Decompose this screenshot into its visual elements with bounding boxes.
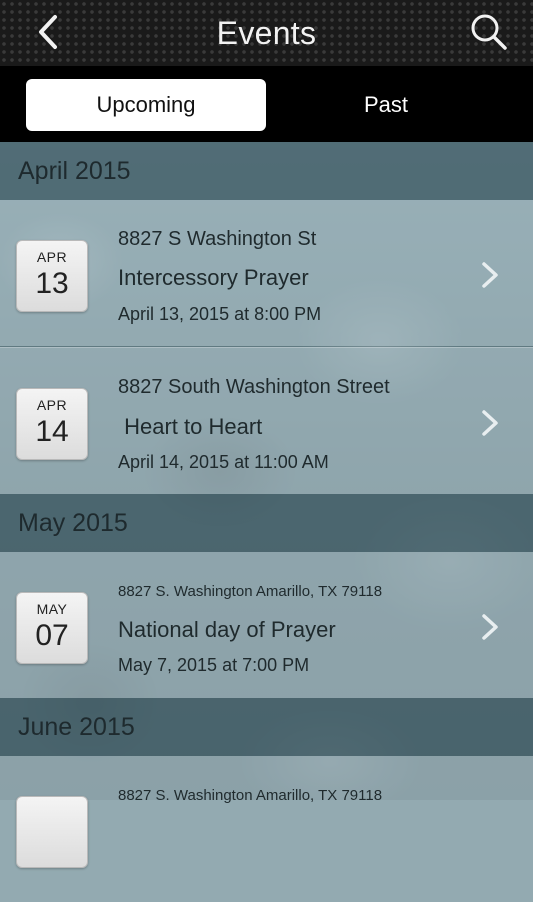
- date-badge: APR 14: [16, 388, 88, 460]
- tab-past[interactable]: Past: [266, 79, 506, 131]
- chevron-left-icon: [39, 15, 57, 49]
- date-month: MAY: [36, 601, 68, 617]
- section-header-april-2015: April 2015: [0, 142, 533, 200]
- search-icon: [471, 14, 507, 50]
- date-day: 13: [35, 267, 69, 300]
- event-location: 8827 S. Washington Amarillo, TX 79118: [118, 787, 383, 804]
- back-button[interactable]: [28, 12, 68, 52]
- event-location: 8827 S. Washington Amarillo, TX 79118: [118, 583, 383, 600]
- chevron-right-icon: [482, 410, 498, 436]
- event-row[interactable]: MAY 07 8827 S. Washington Amarillo, TX 7…: [0, 552, 533, 698]
- section-header-june-2015: June 2015: [0, 698, 533, 756]
- event-location: 8827 South Washington Street: [118, 376, 390, 398]
- event-title: National day of Prayer: [118, 617, 336, 642]
- date-badge: [16, 796, 88, 868]
- date-badge: MAY 07: [16, 592, 88, 664]
- event-row[interactable]: APR 14 8827 South Washington Street Hear…: [0, 347, 533, 494]
- chevron-right-icon: [482, 614, 498, 640]
- event-time: April 13, 2015 at 8:00 PM: [118, 304, 322, 324]
- chevron-right-icon: [482, 262, 498, 288]
- event-title: Intercessory Prayer: [118, 265, 309, 290]
- date-badge: APR 13: [16, 240, 88, 312]
- tab-upcoming[interactable]: Upcoming: [26, 79, 266, 131]
- search-button[interactable]: [467, 10, 511, 54]
- date-month: APR: [36, 249, 68, 265]
- date-day: 07: [35, 619, 69, 652]
- page-title: Events: [216, 14, 317, 51]
- section-header-may-2015: May 2015: [0, 494, 533, 552]
- nav-bar: Events: [0, 0, 533, 66]
- event-row[interactable]: APR 13 8827 S Washington St Intercessory…: [0, 200, 533, 346]
- event-location: 8827 S Washington St: [118, 228, 317, 250]
- event-row[interactable]: 8827 S. Washington Amarillo, TX 79118: [0, 756, 533, 902]
- segmented-control: Upcoming Past: [0, 66, 533, 142]
- event-time: April 14, 2015 at 11:00 AM: [118, 452, 329, 472]
- event-title: Heart to Heart: [118, 414, 263, 439]
- event-time: May 7, 2015 at 7:00 PM: [118, 655, 310, 675]
- date-month: APR: [36, 397, 68, 413]
- date-day: 14: [35, 415, 69, 448]
